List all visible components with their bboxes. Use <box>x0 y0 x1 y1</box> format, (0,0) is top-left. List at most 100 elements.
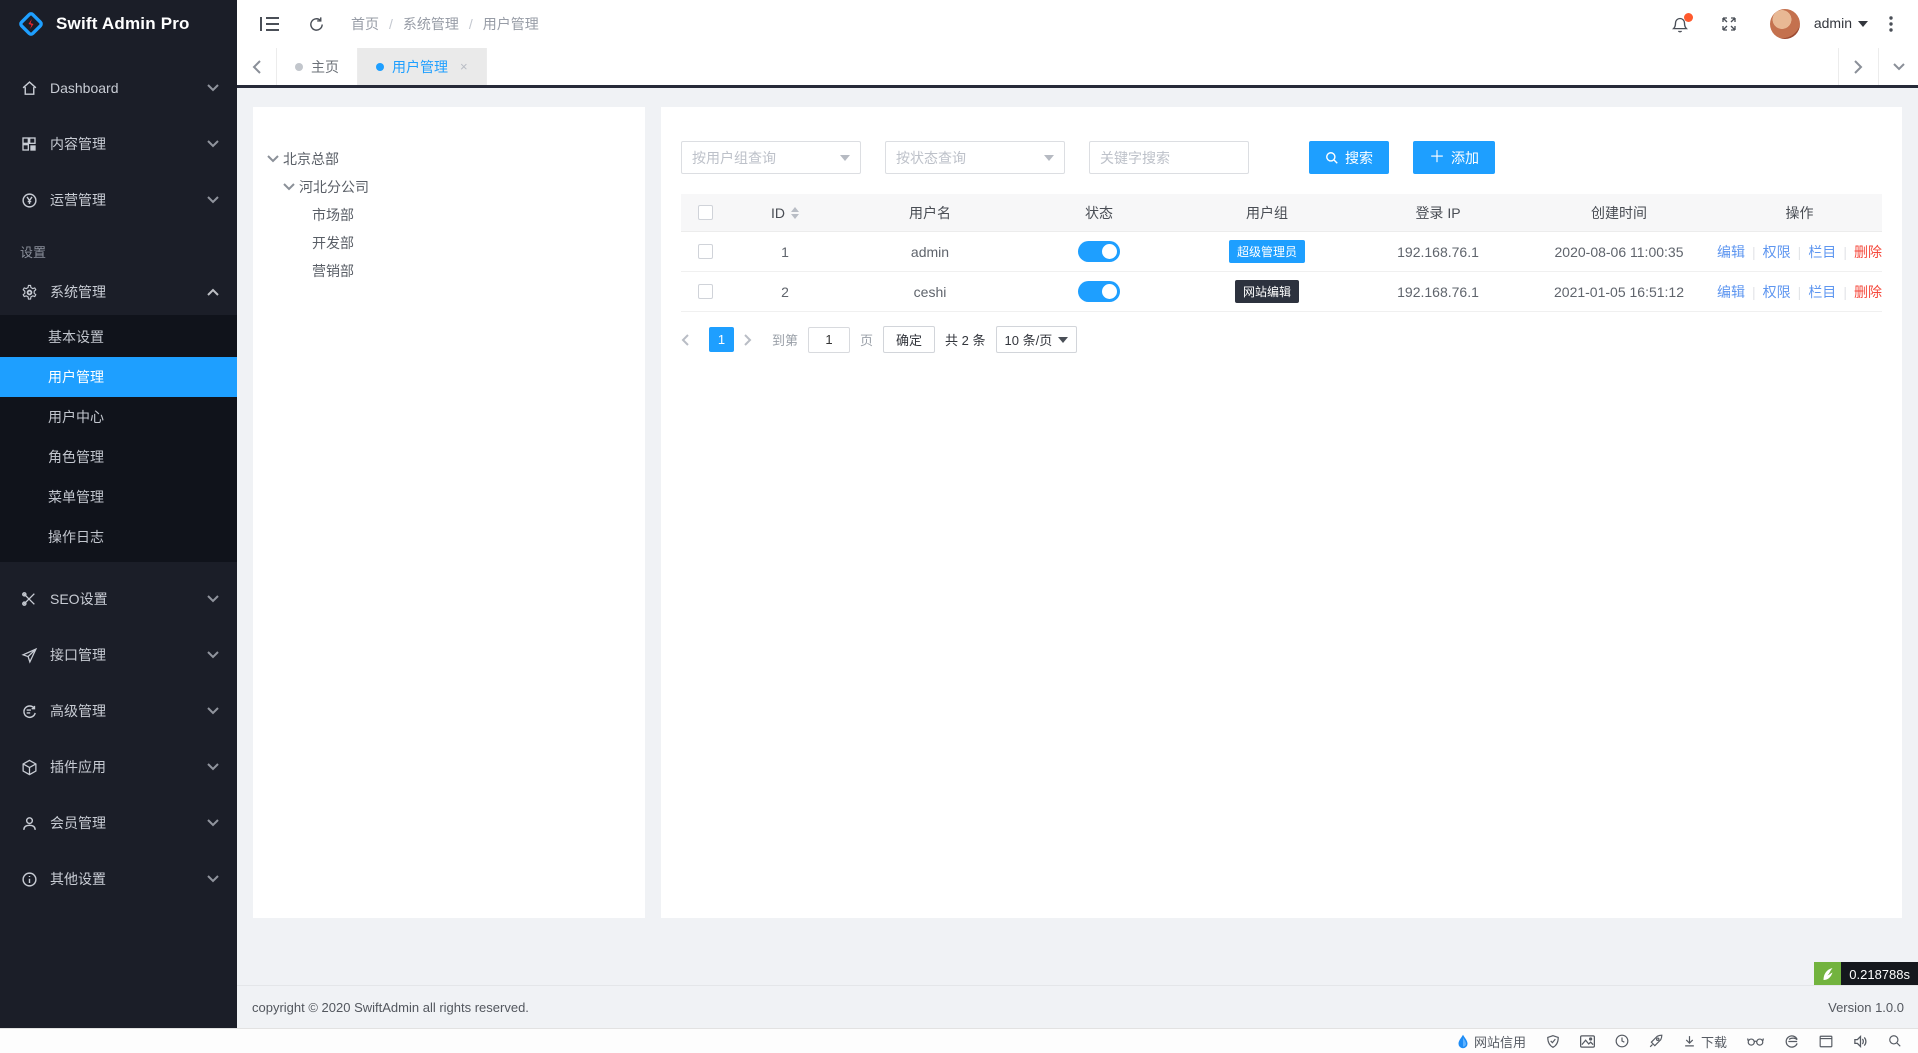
tree-node-branch[interactable]: 河北分公司 <box>267 173 645 201</box>
tree-node-root[interactable]: 北京总部 <box>267 145 645 173</box>
sidebar-section-label: 设置 <box>0 233 237 269</box>
tabs-scroll-left-button[interactable] <box>237 48 277 85</box>
sidebar-subitem-user-mgmt[interactable]: 用户管理 <box>0 357 237 397</box>
snapshot-icon[interactable] <box>1580 1035 1595 1048</box>
ie-compat-icon[interactable] <box>1784 1034 1799 1049</box>
sidebar-subitem-user-center[interactable]: 用户中心 <box>0 397 237 437</box>
goto-confirm-button[interactable]: 确定 <box>883 326 935 353</box>
security-shield-icon[interactable] <box>1546 1034 1560 1049</box>
tab-user-mgmt[interactable]: 用户管理 × <box>358 48 487 85</box>
sidebar-item-label: 接口管理 <box>50 645 106 665</box>
site-credit-item[interactable]: 网站信用 <box>1457 1032 1526 1051</box>
tabs-scroll-right-button[interactable] <box>1838 48 1878 85</box>
refresh-icon[interactable] <box>293 0 339 48</box>
window-mode-icon[interactable] <box>1819 1035 1833 1048</box>
subitem-label: 角色管理 <box>48 447 104 467</box>
breadcrumb-home[interactable]: 首页 <box>351 14 379 34</box>
delete-link[interactable]: 删除 <box>1854 282 1882 302</box>
tree-node-label[interactable]: 河北分公司 <box>299 177 369 197</box>
sidebar-item-other-settings[interactable]: 其他设置 <box>0 856 237 902</box>
tree-node-label[interactable]: 市场部 <box>312 205 354 225</box>
edit-link[interactable]: 编辑 <box>1717 242 1745 262</box>
prev-page-button[interactable] <box>681 334 699 346</box>
sidebar-item-label: Dashboard <box>50 80 119 96</box>
sidebar-item-seo-settings[interactable]: SEO设置 <box>0 576 237 622</box>
edit-link[interactable]: 编辑 <box>1717 282 1745 302</box>
more-menu-icon[interactable] <box>1872 0 1910 48</box>
sidebar-subitem-menu-mgmt[interactable]: 菜单管理 <box>0 477 237 517</box>
sidebar-subitem-op-logs[interactable]: 操作日志 <box>0 517 237 557</box>
group-filter-select[interactable]: 按用户组查询 <box>681 141 861 174</box>
tree-node-leaf[interactable]: 营销部 <box>267 257 645 285</box>
status-toggle[interactable] <box>1078 241 1120 262</box>
logo-row[interactable]: Swift Admin Pro <box>0 0 237 48</box>
status-filter-select[interactable]: 按状态查询 <box>885 141 1065 174</box>
search-button[interactable]: 搜索 <box>1309 141 1389 174</box>
tab-home[interactable]: 主页 <box>277 48 358 85</box>
column-link[interactable]: 栏目 <box>1808 242 1836 262</box>
content-area: 北京总部 河北分公司 市场部 开发部 营销部 按用户组查询 按状态查询 <box>237 91 1918 1028</box>
permission-link[interactable]: 权限 <box>1763 282 1791 302</box>
user-table-panel: 按用户组查询 按状态查询 搜索 ＋ 添加 <box>661 107 1902 918</box>
tree-expand-icon[interactable] <box>267 155 279 163</box>
goto-page-input[interactable] <box>808 327 850 353</box>
page-size-select[interactable]: 10 条/页 <box>996 326 1078 353</box>
fullscreen-icon[interactable] <box>1706 0 1752 48</box>
tree-node-leaf[interactable]: 市场部 <box>267 201 645 229</box>
subitem-label: 基本设置 <box>48 327 104 347</box>
tree-node-label[interactable]: 北京总部 <box>283 149 339 169</box>
page-search-icon[interactable] <box>1888 1034 1902 1048</box>
grid-icon <box>20 135 38 153</box>
sidebar-subitem-role-mgmt[interactable]: 角色管理 <box>0 437 237 477</box>
col-login-ip: 登录 IP <box>1355 203 1521 223</box>
sidebar-item-dashboard[interactable]: Dashboard <box>0 65 237 111</box>
tree-node-label[interactable]: 营销部 <box>312 261 354 281</box>
version-text: Version 1.0.0 <box>1828 1000 1904 1015</box>
tab-close-icon[interactable]: × <box>460 59 468 74</box>
select-all-checkbox[interactable] <box>698 205 713 220</box>
table-row: 2 ceshi 网站编辑 192.168.76.1 2021-01-05 16:… <box>681 272 1882 312</box>
row-checkbox[interactable] <box>698 284 713 299</box>
search-icon <box>1325 151 1339 165</box>
boost-rocket-icon[interactable] <box>1649 1034 1663 1048</box>
cell-created: 2021-01-05 16:51:12 <box>1521 284 1717 300</box>
sort-icon[interactable] <box>791 207 799 219</box>
sidebar-item-operations-mgmt[interactable]: 运营管理 <box>0 177 237 223</box>
breadcrumb-system-mgmt[interactable]: 系统管理 <box>403 14 459 34</box>
page-number-button[interactable]: 1 <box>709 327 734 352</box>
mute-speaker-icon[interactable] <box>1853 1035 1868 1048</box>
org-tree-panel: 北京总部 河北分公司 市场部 开发部 营销部 <box>253 107 645 918</box>
sidebar-item-label: SEO设置 <box>50 589 108 609</box>
delete-link[interactable]: 删除 <box>1854 242 1882 262</box>
tree-node-leaf[interactable]: 开发部 <box>267 229 645 257</box>
avatar[interactable] <box>1770 9 1800 39</box>
chevron-down-icon <box>207 84 219 92</box>
tabs-menu-button[interactable] <box>1878 48 1918 85</box>
yen-circle-icon <box>20 191 38 209</box>
add-button[interactable]: ＋ 添加 <box>1413 141 1495 174</box>
permission-link[interactable]: 权限 <box>1763 242 1791 262</box>
next-page-button[interactable] <box>744 334 762 346</box>
user-menu[interactable]: admin <box>1814 15 1868 33</box>
sidebar-fold-icon[interactable] <box>247 0 293 48</box>
tree-expand-icon[interactable] <box>283 183 295 191</box>
sidebar-subitem-basic-settings[interactable]: 基本设置 <box>0 317 237 357</box>
notifications-button[interactable] <box>1658 0 1702 48</box>
sidebar-item-advanced-mgmt[interactable]: 高级管理 <box>0 688 237 734</box>
sidebar-item-system-mgmt[interactable]: 系统管理 <box>0 269 237 315</box>
sidebar-item-api-mgmt[interactable]: 接口管理 <box>0 632 237 678</box>
tree-node-label[interactable]: 开发部 <box>312 233 354 253</box>
status-toggle[interactable] <box>1078 281 1120 302</box>
app-logo-icon <box>16 9 46 39</box>
column-link[interactable]: 栏目 <box>1808 282 1836 302</box>
keyword-search-input[interactable] <box>1089 141 1249 174</box>
col-group: 用户组 <box>1179 203 1355 223</box>
sidebar-item-content-mgmt[interactable]: 内容管理 <box>0 121 237 167</box>
sidebar-item-plugins[interactable]: 插件应用 <box>0 744 237 790</box>
reader-glasses-icon[interactable] <box>1747 1036 1764 1047</box>
breadcrumb-user-mgmt[interactable]: 用户管理 <box>483 14 539 34</box>
row-checkbox[interactable] <box>698 244 713 259</box>
download-item[interactable]: 下载 <box>1683 1032 1727 1051</box>
sidebar-item-member-mgmt[interactable]: 会员管理 <box>0 800 237 846</box>
history-icon[interactable] <box>1615 1034 1629 1048</box>
